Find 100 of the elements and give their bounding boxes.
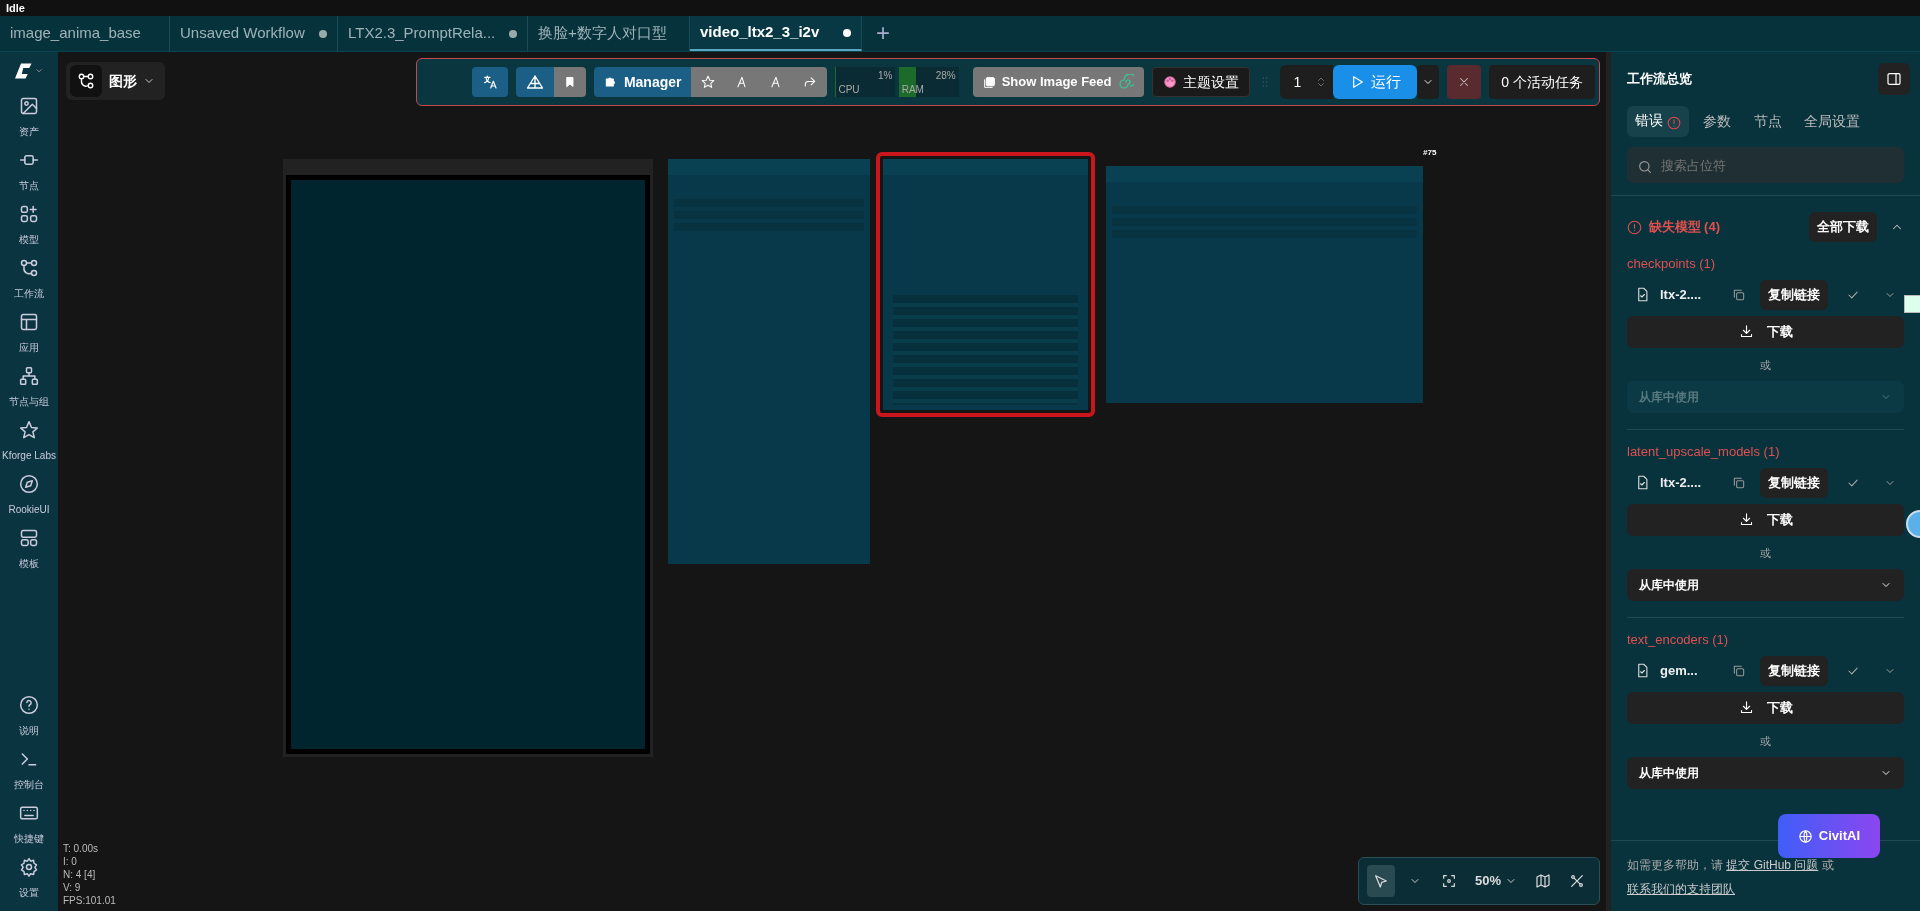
share-icon bbox=[803, 75, 818, 89]
sidebar-item[interactable]: 应用 bbox=[19, 312, 39, 355]
panel-tab[interactable]: 全局设置 bbox=[1796, 106, 1869, 137]
node-id-label: #75 bbox=[1423, 147, 1437, 159]
workflow-icon bbox=[77, 72, 95, 90]
translate-icon bbox=[481, 74, 498, 90]
panel-title: 工作流总览 bbox=[1627, 70, 1692, 89]
workflow-tab[interactable]: LTX2.3_PromptRela... bbox=[338, 16, 528, 51]
copy-link-button[interactable]: 复制链接 bbox=[1760, 467, 1828, 498]
panel-tab[interactable]: 参数 bbox=[1695, 106, 1740, 137]
keyboard-icon bbox=[19, 803, 39, 823]
sidebar-item[interactable]: 控制台 bbox=[14, 749, 44, 792]
sidebar-item[interactable]: 工作流 bbox=[14, 258, 44, 301]
globe-icon bbox=[1797, 828, 1813, 844]
sidebar-item[interactable]: 节点与组 bbox=[9, 366, 49, 409]
file-check-icon bbox=[1635, 475, 1650, 490]
civitai-button[interactable]: CivitAI bbox=[1777, 814, 1880, 858]
download-button[interactable]: 下载 bbox=[1627, 503, 1904, 536]
error-icon bbox=[1666, 116, 1681, 131]
graph-node[interactable] bbox=[876, 152, 1095, 417]
download-all-button[interactable]: 全部下载 bbox=[1809, 212, 1877, 242]
model-file-name: ltx-2.... bbox=[1660, 473, 1703, 492]
theme-settings-button[interactable]: 主题设置 bbox=[1151, 67, 1250, 97]
section-title: 缺失模型 (4) bbox=[1648, 218, 1720, 237]
queue-button[interactable]: 0 个活动任务 bbox=[1489, 65, 1595, 99]
workflow-tab[interactable]: image_anima_base bbox=[0, 16, 170, 51]
sidebar-item[interactable]: 模型 bbox=[19, 204, 39, 247]
search-field[interactable]: 搜索占位符 bbox=[1627, 147, 1904, 183]
map-icon bbox=[1535, 873, 1551, 889]
workflow-tab[interactable]: video_ltx2_3_i2v bbox=[690, 16, 862, 51]
share-button[interactable] bbox=[793, 67, 828, 97]
star-icon bbox=[19, 420, 39, 440]
usage-meter: CPU 1% bbox=[835, 67, 896, 97]
download-button[interactable]: 下载 bbox=[1627, 691, 1904, 724]
compass-icon bbox=[19, 474, 39, 494]
sidebar-item[interactable]: RookieUI bbox=[8, 474, 50, 517]
workflow-tab[interactable]: Unsaved Workflow bbox=[170, 16, 338, 51]
help-text: 如需更多帮助，请 bbox=[1627, 858, 1723, 872]
sidebar-item[interactable]: 资产 bbox=[19, 96, 39, 139]
mountain-logo-button[interactable] bbox=[515, 67, 554, 97]
support-link[interactable]: 联系我们的支持团队 bbox=[1627, 882, 1735, 896]
usage-meter: RAM 28% bbox=[898, 67, 959, 97]
group-title: checkpoints (1) bbox=[1627, 255, 1716, 273]
sidebar-item[interactable]: 节点 bbox=[19, 150, 39, 193]
batch-count-field[interactable]: 1 bbox=[1279, 65, 1334, 99]
stats-line: N: 4 [4] bbox=[63, 868, 97, 881]
sidebar-item[interactable]: 快捷键 bbox=[14, 803, 44, 846]
or-text: 或 bbox=[1760, 358, 1771, 371]
help-icon bbox=[19, 695, 39, 715]
library-select[interactable]: 从库中使用 bbox=[1627, 569, 1904, 601]
images-icon bbox=[982, 75, 996, 89]
github-issue-link[interactable]: 提交 GitHub 问题 bbox=[1726, 858, 1819, 872]
pointer-icon bbox=[1372, 873, 1389, 889]
sidebar-icon bbox=[1886, 71, 1902, 87]
panel-tab[interactable]: 错误 bbox=[1627, 106, 1689, 137]
model-file-name: gem... bbox=[1660, 661, 1699, 680]
library-select[interactable]: 从库中使用 bbox=[1627, 757, 1904, 789]
download-icon bbox=[1738, 700, 1754, 715]
download-icon bbox=[1738, 324, 1754, 339]
fit-view-icon bbox=[1440, 873, 1457, 889]
template-icon bbox=[19, 528, 39, 548]
sidebar-item[interactable]: 模板 bbox=[19, 528, 39, 571]
copy-icon bbox=[1732, 287, 1746, 302]
select-tool-button[interactable] bbox=[1366, 865, 1395, 897]
mountain-icon bbox=[525, 73, 544, 91]
warning-icon bbox=[1627, 219, 1642, 235]
sidebar-item[interactable]: Kforge Labs bbox=[2, 420, 56, 463]
layout-icon bbox=[19, 312, 39, 332]
stats-line: T: 0.00s bbox=[63, 842, 100, 855]
sidebar-item[interactable]: 设置 bbox=[19, 857, 39, 900]
logo-icon[interactable] bbox=[15, 62, 43, 80]
star-button[interactable] bbox=[691, 67, 726, 97]
copy-link-button[interactable]: 复制链接 bbox=[1760, 655, 1828, 686]
copy-icon bbox=[1732, 475, 1746, 490]
stats-line: FPS:101.01 bbox=[63, 894, 116, 907]
stats-line: I: 0 bbox=[63, 855, 78, 868]
group-title: latent_upscale_models (1) bbox=[1627, 443, 1780, 461]
sidebar-item[interactable]: 说明 bbox=[19, 695, 39, 738]
manager-button[interactable]: Manager bbox=[593, 67, 692, 97]
image-feed-button[interactable]: Show Image Feed bbox=[972, 67, 1144, 97]
copy-icon bbox=[1732, 663, 1746, 678]
graph-menu[interactable]: 图形 bbox=[66, 62, 165, 100]
toggle-panel-button[interactable] bbox=[1878, 63, 1910, 95]
model-file-name: ltx-2.... bbox=[1660, 285, 1703, 304]
panel-tab[interactable]: 节点 bbox=[1745, 106, 1790, 137]
link-off-icon bbox=[1569, 873, 1585, 889]
download-button[interactable]: 下载 bbox=[1627, 315, 1904, 348]
translate-button[interactable] bbox=[471, 67, 508, 97]
models-icon bbox=[19, 204, 39, 224]
settings-icon bbox=[19, 857, 39, 877]
download-icon bbox=[1738, 512, 1754, 527]
bookmark-button[interactable] bbox=[553, 67, 586, 97]
new-tab-button[interactable]: + bbox=[862, 16, 904, 51]
workflow-icon bbox=[19, 258, 39, 278]
star-icon bbox=[701, 75, 716, 89]
copy-link-button[interactable]: 复制链接 bbox=[1760, 279, 1828, 310]
help-text: 或 bbox=[1821, 858, 1834, 872]
hierarchy-icon bbox=[19, 366, 39, 386]
bookmark-icon bbox=[563, 76, 576, 88]
zoom-button[interactable]: 50% bbox=[1468, 865, 1523, 897]
